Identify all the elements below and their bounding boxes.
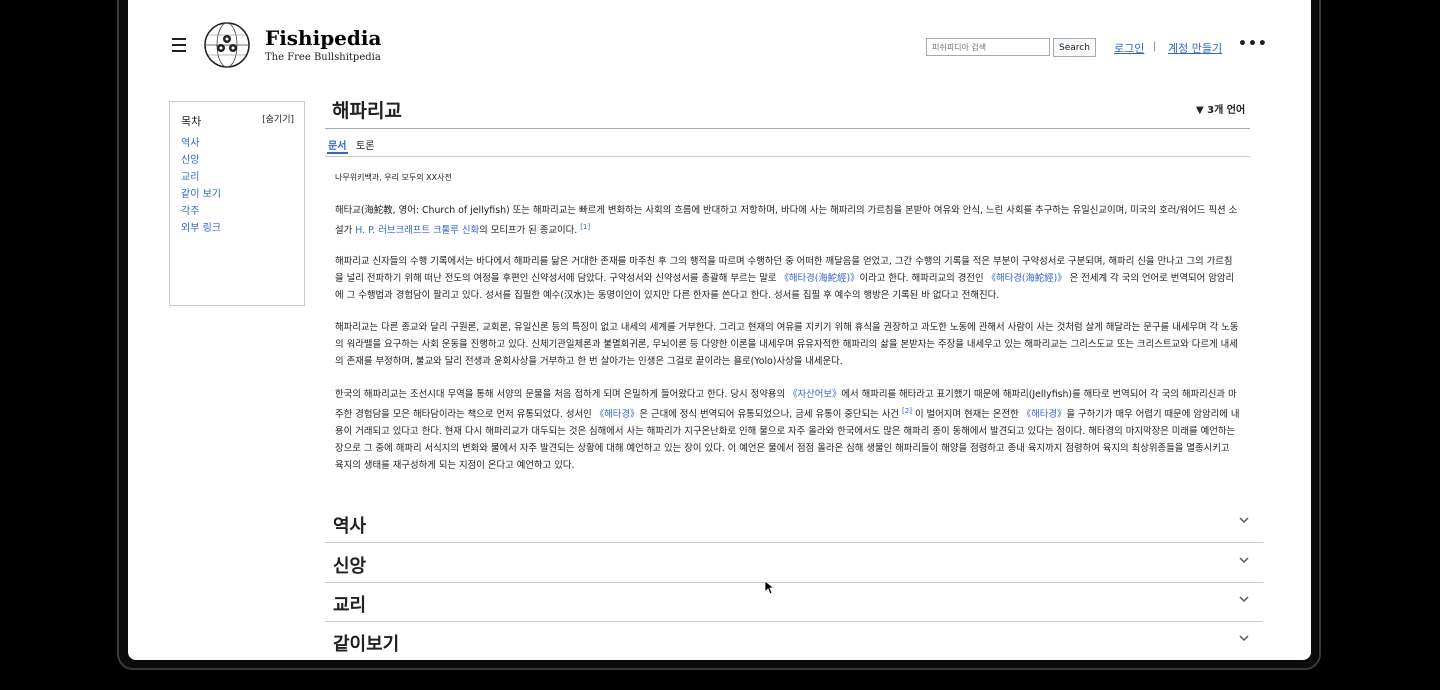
haetagyeong-link-4[interactable]: 《해타경》 xyxy=(1022,409,1067,420)
toc-item-footnotes[interactable]: 각주 xyxy=(181,202,221,219)
toc-hide-button[interactable]: [숨기기] xyxy=(262,112,294,125)
reference-2[interactable]: [2] xyxy=(902,407,912,415)
mouse-cursor-icon xyxy=(765,581,775,595)
toc-item-faith[interactable]: 신앙 xyxy=(181,151,221,168)
paragraph-scripture: 해파리교 신자들의 수행 기록에서는 바다에서 해파리를 닮은 거대한 존재를 … xyxy=(335,253,1240,304)
toc-item-see-also[interactable]: 같이 보기 xyxy=(181,185,221,202)
intro-text-b: 의 모티프가 된 종교이다. xyxy=(479,225,578,237)
haetagyeong-link-3[interactable]: 《해타경》 xyxy=(595,409,640,420)
section-doctrine[interactable]: 교리 xyxy=(325,582,1263,622)
lovecraft-link[interactable]: H. P. 러브크래프트 크툴루 신화 xyxy=(355,225,479,236)
login-link[interactable]: 로그인 xyxy=(1114,40,1144,56)
active-tab-indicator xyxy=(327,152,348,154)
jasaneobo-link[interactable]: 《자산어보》 xyxy=(788,389,841,400)
paragraph-doctrine: 해파리교는 다른 종교와 달리 구원론, 교회론, 유일신론 등의 특징이 없고… xyxy=(335,322,1239,367)
haetagyeong-link-1[interactable]: 《해타경(海鮀經)》 xyxy=(779,273,859,284)
site-tagline: 나무위키백과, 우리 모두의 XX사전 xyxy=(335,173,452,182)
paragraph-korea: 한국의 해파리교는 조선시대 무역을 통해 서양의 문물을 처음 접하게 되며 … xyxy=(335,386,1240,474)
create-account-link[interactable]: 계정 만들기 xyxy=(1168,40,1222,56)
section-history-heading: 역사 xyxy=(333,516,367,537)
toc-title: 목차 xyxy=(181,115,202,128)
browser-page: Fishipedia The Free Bullshitpedia Search… xyxy=(128,0,1311,660)
more-options-icon[interactable]: ••• xyxy=(1238,36,1268,52)
chevron-down-icon xyxy=(1239,596,1249,603)
haetagyeong-link-2[interactable]: 《해타경(海鮀經)》 xyxy=(987,273,1067,284)
section-faith-heading: 신앙 xyxy=(333,556,367,577)
korea-text-a: 한국의 해파리교는 조선시대 무역을 통해 서양의 문물을 처음 접하게 되며 … xyxy=(335,389,786,400)
toc-list: 역사 신앙 교리 같이 보기 각주 외부 링크 xyxy=(181,134,221,236)
title-divider xyxy=(325,128,1250,129)
site-subtitle: The Free Bullshitpedia xyxy=(265,52,381,63)
tabs-divider xyxy=(325,156,1250,157)
korea-text-d: 이 벌어지며 현재는 온전한 xyxy=(914,409,1019,421)
toc-item-external-links[interactable]: 외부 링크 xyxy=(181,219,221,236)
chevron-down-icon xyxy=(1239,557,1249,564)
table-of-contents: 목차 [숨기기] 역사 신앙 교리 같이 보기 각주 외부 링크 xyxy=(169,101,305,306)
section-see-also[interactable]: 같이보기 xyxy=(325,621,1263,660)
header-separator: | xyxy=(1153,41,1157,52)
page-title: 해파리교 xyxy=(332,100,402,122)
tab-talk[interactable]: 토론 xyxy=(356,137,374,152)
scripture-text-b: 이라고 한다. 해파리교의 경전인 xyxy=(859,273,984,284)
chevron-down-icon xyxy=(1239,517,1249,524)
chevron-down-icon xyxy=(1239,635,1249,642)
search-button[interactable]: Search xyxy=(1053,38,1096,57)
section-see-also-heading: 같이보기 xyxy=(333,634,400,655)
site-title[interactable]: Fishipedia xyxy=(265,26,381,50)
tab-article[interactable]: 문서 xyxy=(328,137,346,152)
toc-item-history[interactable]: 역사 xyxy=(181,134,221,151)
site-logo-icon[interactable] xyxy=(203,21,251,69)
menu-icon[interactable] xyxy=(172,38,186,52)
section-history[interactable]: 역사 xyxy=(325,503,1263,543)
section-faith[interactable]: 신앙 xyxy=(325,543,1263,583)
language-selector[interactable]: ▼ 3개 언어 xyxy=(1196,101,1245,116)
section-doctrine-heading: 교리 xyxy=(333,595,367,616)
search-input[interactable] xyxy=(926,38,1050,56)
reference-1[interactable]: [1] xyxy=(580,223,590,231)
toc-item-doctrine[interactable]: 교리 xyxy=(181,168,221,185)
paragraph-intro: 해타교(海鮀教, 영어: Church of jellyfish) 또는 해파리… xyxy=(335,202,1240,239)
korea-text-c: 은 근대에 정식 번역되어 유통되었으나, 금세 유통이 중단되는 사건 xyxy=(639,409,900,421)
